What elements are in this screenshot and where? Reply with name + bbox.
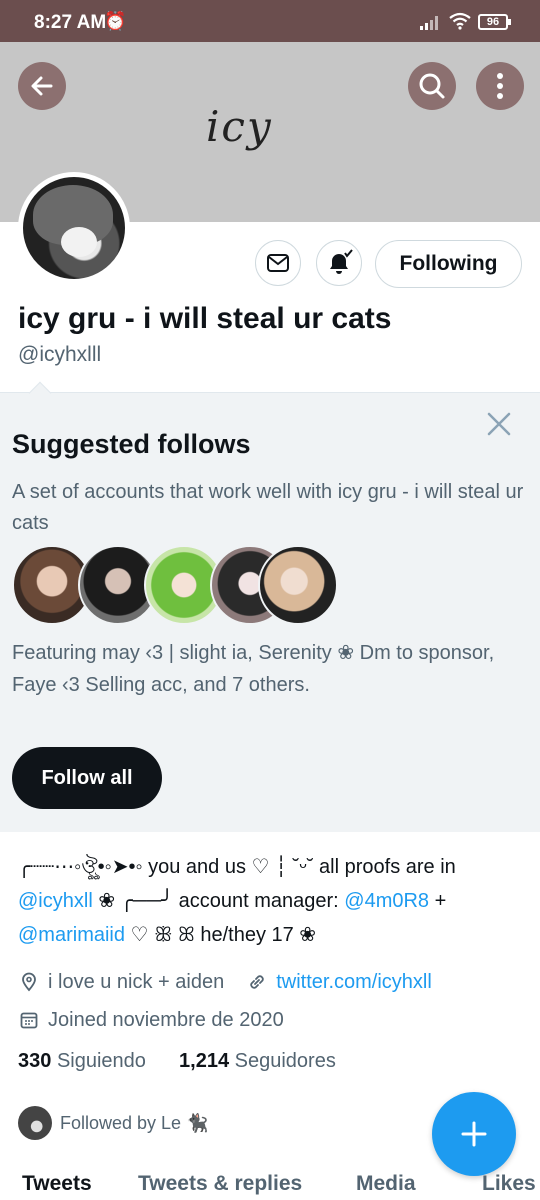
back-button[interactable] xyxy=(18,62,66,110)
profile-avatar[interactable] xyxy=(18,172,130,284)
calendar-icon xyxy=(18,1009,40,1031)
more-vertical-icon xyxy=(497,73,503,99)
follow-counts: 330 Siguiendo 1,214 Seguidores xyxy=(18,1050,336,1073)
suggested-featuring: Featuring may ‹3 | slight ia, Serenity ❀… xyxy=(12,642,495,696)
display-name: icy gru - i will steal ur cats xyxy=(18,302,392,335)
battery-icon: 96 xyxy=(478,14,511,30)
message-button[interactable] xyxy=(255,240,301,286)
profile-location: i love u nick + aiden xyxy=(48,970,225,993)
suggested-title: Suggested follows xyxy=(12,429,251,459)
search-icon xyxy=(419,73,445,99)
bio-text: ╭┈┈⋯◦ঔৣ•◦➤•◦ you and us ♡ ┆ ˘ᵕ˘ all proo… xyxy=(18,856,456,878)
followed-by-text: Followed by Le 🐈‍⬛ xyxy=(60,1112,209,1133)
arrow-left-icon xyxy=(31,76,53,96)
profile-website-link[interactable]: twitter.com/icyhxll xyxy=(276,971,432,994)
following-label[interactable]: Siguiendo xyxy=(57,1050,146,1072)
followed-by-avatar xyxy=(18,1106,52,1140)
profile-meta: i love u nick + aiden twitter.com/icyhxl… xyxy=(18,966,528,1042)
search-button[interactable] xyxy=(408,62,456,110)
status-bar: 8:27 AM ⏰ 96 xyxy=(0,0,540,42)
follow-all-button[interactable]: Follow all xyxy=(12,747,162,809)
notifications-button[interactable] xyxy=(316,240,362,286)
following-button[interactable]: Following xyxy=(375,240,522,288)
following-count[interactable]: 330 xyxy=(18,1050,51,1072)
location-pin-icon xyxy=(18,971,40,993)
tab-tweets-replies[interactable]: Tweets & replies xyxy=(138,1172,302,1196)
tab-tweets[interactable]: Tweets xyxy=(22,1172,92,1196)
plus-icon xyxy=(461,1121,487,1147)
suggested-follows-card: Suggested follows A set of accounts that… xyxy=(0,381,540,832)
bio-text: ♡ ꕥ ꕤ he/they 17 ❀ xyxy=(124,924,317,946)
profile-joined-date: Joined noviembre de 2020 xyxy=(48,1008,284,1031)
banner-signature: icy xyxy=(206,102,273,151)
signal-icon xyxy=(420,16,438,30)
suggested-avatars[interactable] xyxy=(12,545,342,627)
envelope-icon xyxy=(267,254,289,272)
wifi-icon xyxy=(449,12,471,30)
bio-text: ❀ ╭──╯ account manager: xyxy=(92,890,345,912)
bio-text: + xyxy=(429,890,447,912)
profile-tabs: Tweets Tweets & replies Media Likes xyxy=(0,1168,540,1200)
close-icon[interactable] xyxy=(484,409,514,439)
link-icon xyxy=(246,971,268,993)
compose-tweet-button[interactable] xyxy=(432,1092,516,1176)
profile-bio: ╭┈┈⋯◦ঔৣ•◦➤•◦ you and us ♡ ┆ ˘ᵕ˘ all proo… xyxy=(18,850,524,952)
bio-mention-link[interactable]: @icyhxll xyxy=(18,890,93,912)
followers-label[interactable]: Seguidores xyxy=(235,1050,336,1072)
followers-count[interactable]: 1,214 xyxy=(179,1050,229,1072)
bio-mention-link[interactable]: @4m0R8 xyxy=(344,890,429,912)
bell-check-icon xyxy=(330,249,353,274)
suggested-avatar[interactable] xyxy=(258,545,338,625)
tab-media[interactable]: Media xyxy=(356,1172,416,1196)
meta-row-joined: Joined noviembre de 2020 xyxy=(18,1004,528,1036)
meta-row-location-website: i love u nick + aiden twitter.com/icyhxl… xyxy=(18,966,528,998)
user-handle: @icyhxlll xyxy=(18,343,102,366)
suggested-description: A set of accounts that work well with ic… xyxy=(12,481,524,534)
tab-likes[interactable]: Likes xyxy=(482,1172,536,1196)
alarm-off-icon: ⏰ xyxy=(104,11,127,31)
bio-mention-link[interactable]: @marimaiid xyxy=(18,924,125,946)
card-notch xyxy=(28,381,52,405)
status-time: 8:27 AM xyxy=(34,12,107,33)
followed-by-row[interactable]: Followed by Le 🐈‍⬛ xyxy=(18,1106,208,1140)
more-options-button[interactable] xyxy=(476,62,524,110)
